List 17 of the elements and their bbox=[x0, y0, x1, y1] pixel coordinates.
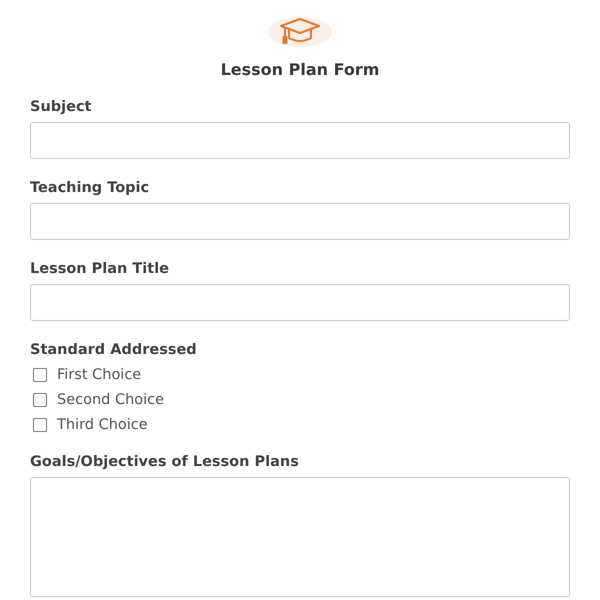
graduation-cap-icon bbox=[279, 17, 321, 47]
input-field[interactable] bbox=[30, 122, 570, 159]
field-label: Teaching Topic bbox=[30, 180, 150, 196]
text-area[interactable] bbox=[30, 477, 570, 597]
checkbox[interactable] bbox=[33, 418, 47, 432]
checkbox-label: First Choice bbox=[57, 367, 142, 383]
input-field[interactable] bbox=[30, 203, 570, 240]
checkbox[interactable] bbox=[33, 393, 47, 407]
checkbox[interactable] bbox=[33, 368, 47, 382]
input-field[interactable] bbox=[30, 284, 570, 321]
field-label: Lesson Plan Title bbox=[30, 261, 170, 277]
field-label: Goals/Objectives of Lesson Plans bbox=[30, 454, 300, 470]
field-label: Standard Addressed bbox=[30, 342, 198, 358]
field-label: Subject bbox=[30, 99, 92, 115]
checkbox-label: Third Choice bbox=[57, 417, 148, 433]
form-title: Lesson Plan Form bbox=[220, 60, 380, 79]
checkbox-label: Second Choice bbox=[57, 392, 164, 408]
